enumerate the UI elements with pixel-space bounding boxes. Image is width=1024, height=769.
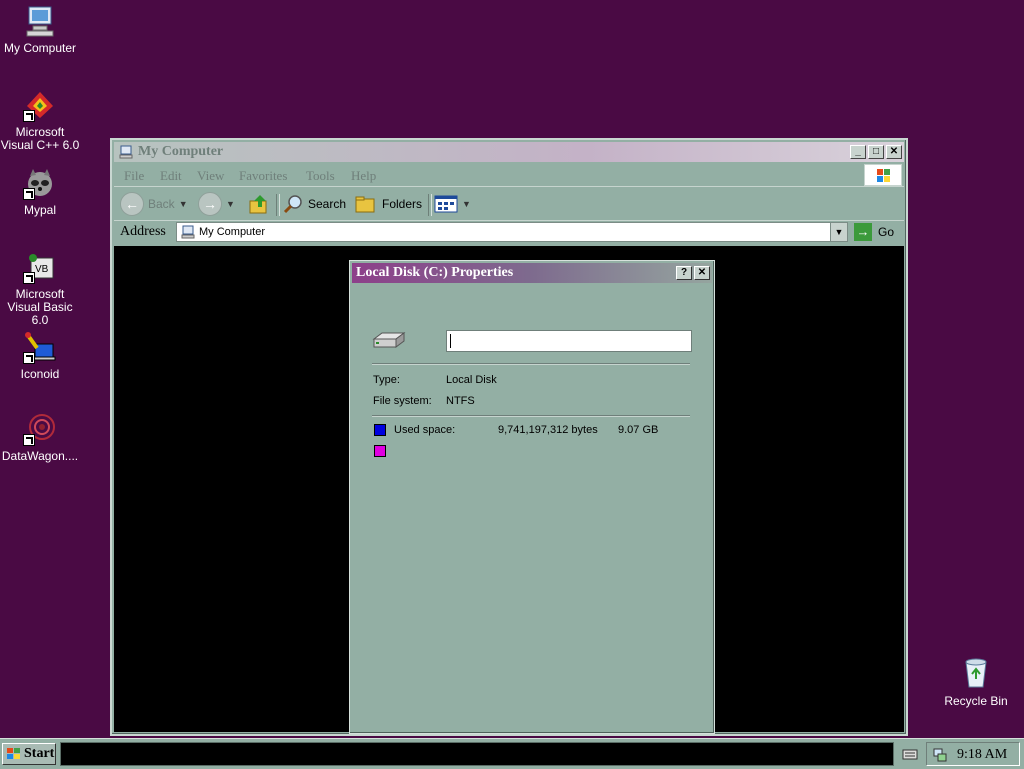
chevron-down-icon[interactable]: ▼ [226,199,235,209]
forward-arrow-icon: → [198,192,222,216]
close-button[interactable]: ✕ [886,145,902,159]
address-value: My Computer [199,226,266,238]
raccoon-icon [23,166,57,200]
desktop-icon-visual-basic[interactable]: VB Microsoft Visual Basic 6.0 [0,250,80,327]
chevron-down-icon[interactable]: ▼ [179,199,188,209]
shortcut-arrow-icon [23,352,35,364]
menu-tools[interactable]: Tools [306,168,335,184]
desktop-icon-my-computer[interactable]: My Computer [0,4,80,55]
views-icon [434,195,458,213]
close-button[interactable]: ✕ [694,266,710,280]
address-label: Address [120,224,166,239]
computer-icon [23,4,57,38]
desktop-icon-label: DataWagon.... [1,449,79,463]
search-label: Search [308,197,347,211]
chevron-down-icon[interactable]: ▼ [462,199,471,209]
desktop-icon-visual-cpp[interactable]: Microsoft Visual C++ 6.0 [0,88,80,152]
desktop-icon-datawagon[interactable]: DataWagon.... [0,412,80,463]
taskbar: Start 9:18 AM [0,738,1024,769]
used-space-bytes: 9,741,197,312 bytes [498,424,598,436]
shortcut-arrow-icon [23,434,35,446]
start-button[interactable]: Start [2,743,56,765]
visual-basic-icon: VB [23,250,57,284]
svg-text:VB: VB [35,264,49,275]
drive-label-input[interactable] [446,330,692,352]
menu-edit[interactable]: Edit [160,168,182,184]
up-folder-button[interactable] [248,192,270,216]
menu-file[interactable]: File [124,168,144,184]
file-system-label: File system: [373,395,432,407]
divider [372,363,690,365]
chevron-down-icon[interactable]: ▼ [830,223,847,241]
windows-logo-icon [7,748,20,759]
windows-logo-icon [864,164,902,186]
shortcut-arrow-icon [23,110,35,122]
desktop-icon-recycle-bin[interactable]: Recycle Bin [936,656,1016,708]
keyboard-icon[interactable] [902,747,918,761]
desktop-icon-label: Recycle Bin [944,694,1008,708]
menu-bar: File Edit View Favorites Tools Help [114,164,904,187]
free-space-swatch [374,445,386,457]
maximize-button[interactable]: □ [868,145,884,159]
shortcut-arrow-icon [23,188,35,200]
divider [372,415,690,417]
go-label: Go [878,225,895,239]
desktop-icon-label: Mypal [23,203,56,217]
desktop-icon-label: Microsoft Visual C++ 6.0 [0,125,80,152]
desktop-icon-label: Iconoid [20,367,60,381]
address-bar: Address My Computer ▼ → Go [114,222,904,244]
toolbar-separator [428,194,432,216]
menu-help[interactable]: Help [351,168,376,184]
back-button[interactable]: ← Back ▼ [120,192,188,216]
menu-favorites[interactable]: Favorites [239,168,287,184]
search-icon [283,195,302,214]
visual-cpp-icon [23,88,57,122]
local-disk-properties-dialog[interactable]: Local Disk (C:) Properties ? ✕ Type: Loc… [349,260,715,734]
minimize-button[interactable]: _ [850,145,866,159]
toolbar-separator [276,194,280,216]
desktop-icon-mypal[interactable]: Mypal [0,166,80,217]
desktop-icon-iconoid[interactable]: Iconoid [0,330,80,381]
iconoid-icon [23,330,57,364]
file-system-value: NTFS [446,395,475,407]
back-arrow-icon: ← [120,192,144,216]
type-value: Local Disk [446,374,497,386]
system-tray: 9:18 AM [926,742,1020,766]
dialog-title: Local Disk (C:) Properties [356,265,514,280]
dialog-titlebar[interactable]: Local Disk (C:) Properties ? ✕ [352,263,712,283]
search-button[interactable]: Search [282,192,346,216]
help-button[interactable]: ? [676,266,692,280]
used-space-swatch [374,424,386,436]
views-button[interactable]: ▼ [434,192,471,216]
type-label: Type: [373,374,400,386]
computer-icon [119,145,133,159]
datawagon-icon [23,412,57,446]
desktop-icon-label: My Computer [3,41,77,55]
back-label: Back [148,197,175,211]
shortcut-arrow-icon [23,272,35,284]
network-icon[interactable] [932,747,948,763]
menu-view[interactable]: View [197,168,224,184]
clock[interactable]: 9:18 AM [957,747,1007,763]
window-titlebar[interactable]: My Computer _ □ ✕ [114,142,904,162]
folders-button[interactable]: Folders [354,192,422,216]
used-space-label: Used space: [394,424,456,436]
window-title: My Computer [138,144,224,159]
desktop-icon-label: Microsoft Visual Basic 6.0 [7,287,73,327]
up-folder-icon [249,195,267,214]
forward-button[interactable]: → ▼ [198,192,235,216]
folders-label: Folders [382,197,423,211]
used-space-gb: 9.07 GB [618,424,659,436]
address-input[interactable]: My Computer ▼ [176,222,848,242]
folders-icon [355,196,375,213]
go-arrow-icon: → [854,223,872,241]
taskbar-buttons-area[interactable] [60,742,894,766]
computer-icon [181,225,195,239]
go-button[interactable]: → Go [854,222,894,242]
start-label: Start [24,746,55,761]
toolbar: ← Back ▼ → ▼ Search Folders ▼ [114,188,904,221]
recycle-bin-icon [959,656,993,690]
hard-drive-icon [372,332,406,348]
